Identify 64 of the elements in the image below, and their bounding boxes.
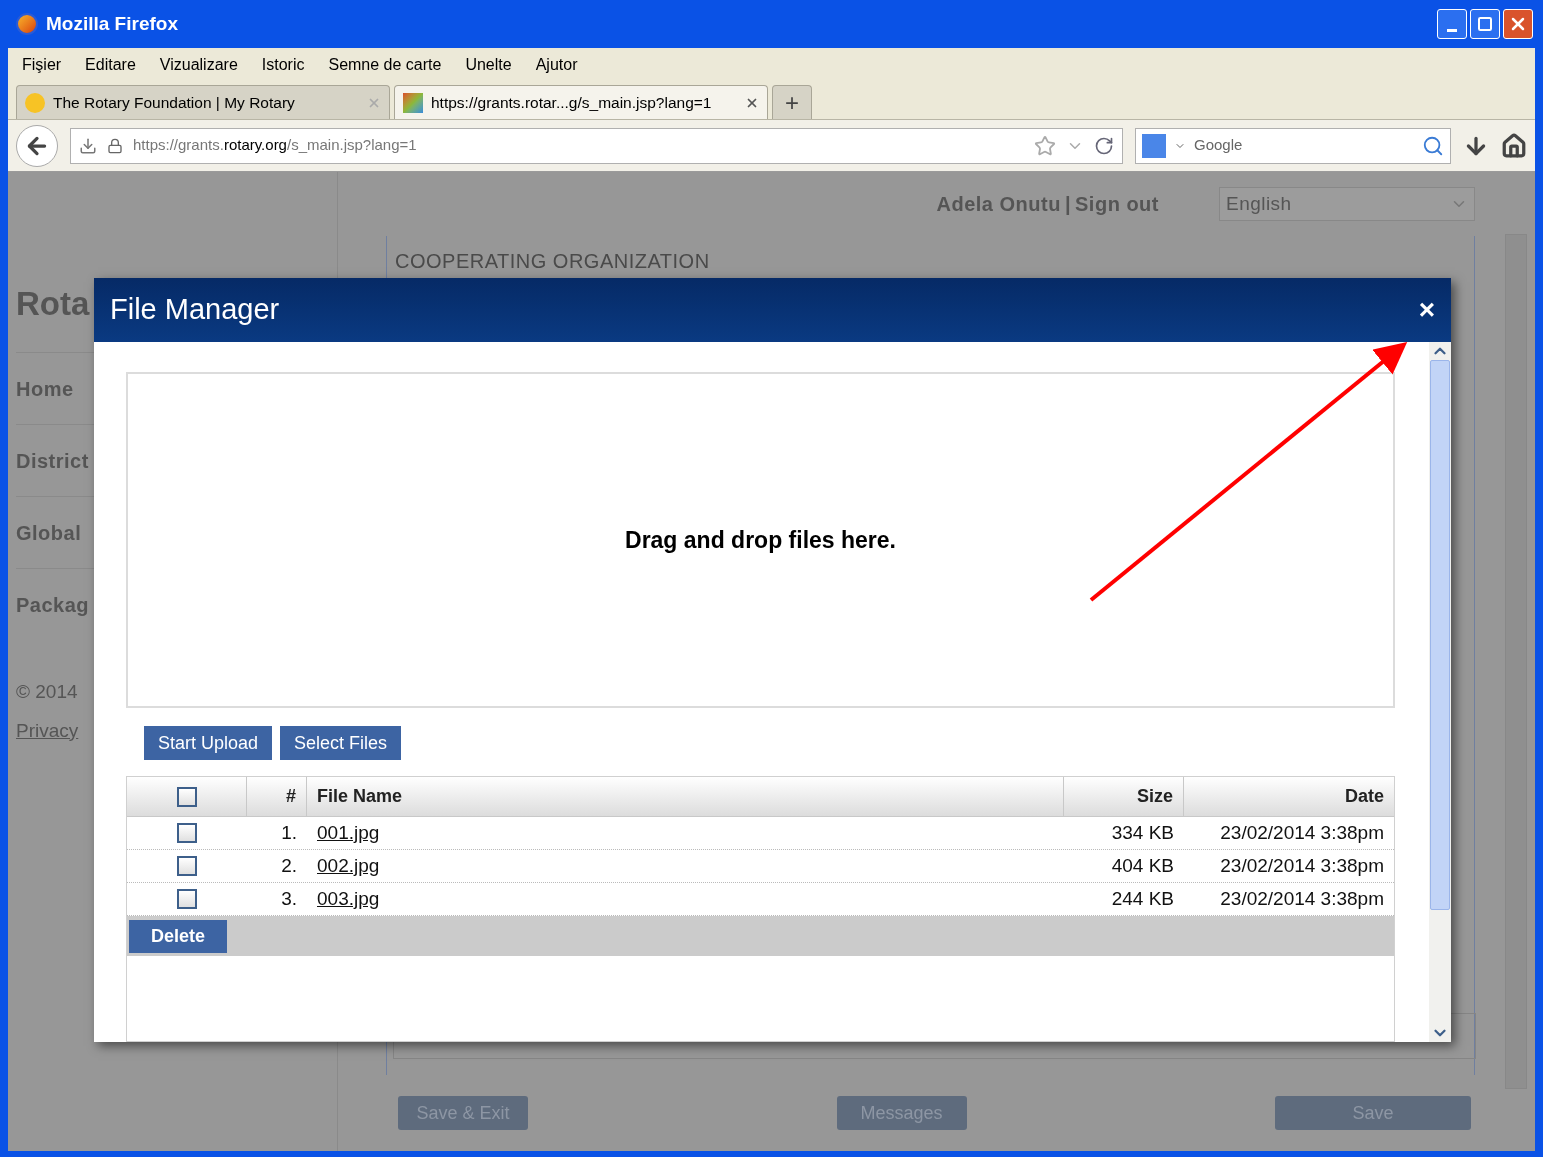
- drop-zone[interactable]: Drag and drop files here.: [126, 372, 1395, 708]
- window-title: Mozilla Firefox: [46, 11, 178, 36]
- favicon-icon: [403, 92, 423, 113]
- brand-text: Rota: [16, 284, 90, 324]
- column-header[interactable]: File Name: [307, 777, 1064, 816]
- checkbox[interactable]: [176, 786, 197, 807]
- file-date: 23/02/2014 3:38pm: [1219, 853, 1385, 878]
- favicon-icon: [25, 92, 45, 113]
- user-name: Adela Onutu: [936, 192, 1061, 217]
- menu-item[interactable]: Semne de carte: [328, 53, 442, 77]
- menu-item[interactable]: Unelte: [465, 53, 512, 77]
- back-button[interactable]: [16, 124, 58, 167]
- checkbox[interactable]: [177, 889, 197, 909]
- checkbox[interactable]: [177, 856, 197, 876]
- copyright-text: © 2014: [16, 680, 79, 704]
- menu-item[interactable]: Ajutor: [535, 53, 578, 77]
- delete-button[interactable]: Delete: [129, 919, 228, 953]
- new-tab-button[interactable]: +: [772, 85, 812, 119]
- upload-button[interactable]: Start Upload: [144, 726, 273, 760]
- file-date: 23/02/2014 3:38pm: [1219, 820, 1385, 845]
- row-number: 3.: [280, 886, 298, 911]
- downloads-icon: [79, 136, 97, 155]
- separator-text: |: [1064, 192, 1071, 217]
- search-icon[interactable]: [1422, 134, 1444, 157]
- checkbox[interactable]: [177, 823, 197, 843]
- file-size: 404 KB: [1110, 853, 1175, 878]
- column-header: #: [247, 777, 307, 816]
- dialog-close-button[interactable]: ×: [1418, 296, 1435, 324]
- file-name-link[interactable]: 002.jpg: [317, 854, 380, 876]
- maximize-icon: [1477, 16, 1493, 32]
- minimize-button[interactable]: [1437, 9, 1467, 39]
- file-name-link[interactable]: 003.jpg: [317, 887, 380, 909]
- menu-item[interactable]: Editare: [85, 53, 136, 77]
- close-button[interactable]: [1503, 9, 1533, 39]
- search-field[interactable]: Google: [1135, 127, 1451, 164]
- drop-zone-text: Drag and drop files here.: [625, 525, 896, 555]
- file-name-link[interactable]: 001.jpg: [317, 821, 380, 843]
- upload-button[interactable]: Select Files: [280, 726, 402, 760]
- menu-item[interactable]: Istoric: [261, 53, 305, 77]
- reload-icon[interactable]: [1094, 135, 1114, 156]
- maximize-button[interactable]: [1470, 9, 1500, 39]
- url-text: https://grants.rotary.org/s_main.jsp?lang=1: [133, 135, 418, 156]
- search-placeholder: Google: [1194, 135, 1244, 156]
- section-heading: COOPERATING ORGANIZATION: [395, 249, 711, 274]
- browser-tab[interactable]: The Rotary Foundation | My Rotary: [16, 85, 390, 119]
- row-number: 2.: [280, 853, 298, 878]
- tab-title: https://grants.rotar...g/s_main.jsp?lang=1: [431, 92, 713, 113]
- file-size: 334 KB: [1110, 820, 1175, 845]
- row-number: 1.: [280, 820, 298, 845]
- address-field[interactable]: https://grants.rotary.org/s_main.jsp?lang=1: [70, 127, 1123, 164]
- browser-tab[interactable]: https://grants.rotar...g/s_main.jsp?lang=1: [394, 85, 768, 119]
- home-icon[interactable]: [1501, 132, 1527, 159]
- firefox-logo-icon: [16, 13, 38, 35]
- lock-icon: [107, 137, 123, 154]
- menu-item[interactable]: Fişier: [22, 53, 62, 77]
- dialog-title: File Manager: [110, 292, 280, 328]
- file-date: 23/02/2014 3:38pm: [1219, 886, 1385, 911]
- bookmark-star-icon[interactable]: [1034, 134, 1056, 157]
- column-header[interactable]: Date: [1184, 777, 1394, 816]
- column-header[interactable]: Size: [1064, 777, 1184, 816]
- dialog-scrollbar[interactable]: [1429, 342, 1451, 1042]
- tab-title: The Rotary Foundation | My Rotary: [53, 92, 296, 113]
- file-size: 244 KB: [1110, 886, 1175, 911]
- menu-item[interactable]: Vizualizare: [159, 53, 238, 77]
